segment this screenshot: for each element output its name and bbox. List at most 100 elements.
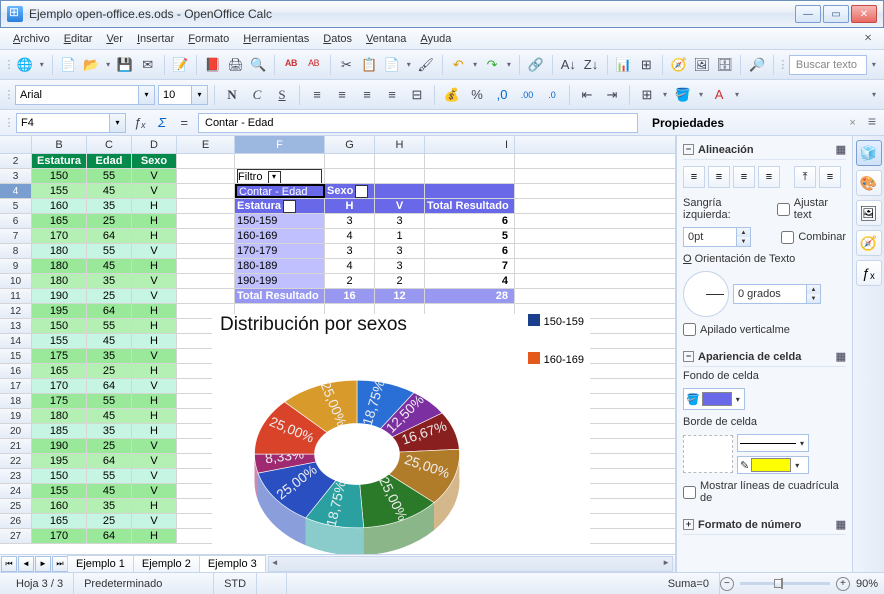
- new-icon[interactable]: 📄: [59, 54, 79, 76]
- row-header[interactable]: 17: [0, 379, 32, 393]
- cell[interactable]: V: [132, 469, 177, 483]
- underline-icon[interactable]: S: [271, 84, 293, 106]
- cell[interactable]: 185: [32, 424, 87, 438]
- show-grid-icon[interactable]: ⊞: [637, 54, 657, 76]
- chart-object[interactable]: Distribución por sexos 150-159 160-169 1…: [212, 314, 590, 552]
- row-header[interactable]: 6: [0, 214, 32, 228]
- cell[interactable]: Total Resultado: [235, 289, 325, 303]
- cell[interactable]: 35: [87, 274, 132, 288]
- sort-desc-icon[interactable]: Z↓: [581, 54, 601, 76]
- column-header[interactable]: E: [177, 136, 235, 153]
- datasources-icon[interactable]: 🗄: [715, 54, 735, 76]
- sheet-tab[interactable]: Ejemplo 3: [199, 555, 266, 572]
- row-header[interactable]: 21: [0, 439, 32, 453]
- cell[interactable]: 3: [325, 214, 375, 228]
- toolbar-grip[interactable]: ⋮: [6, 58, 12, 71]
- zoom-value[interactable]: 90%: [856, 578, 878, 590]
- cell[interactable]: 64: [87, 229, 132, 243]
- close-button[interactable]: ✕: [851, 5, 877, 23]
- decrease-indent-icon[interactable]: ⇤: [576, 84, 598, 106]
- cell[interactable]: 25: [87, 214, 132, 228]
- row-header[interactable]: 13: [0, 319, 32, 333]
- cell[interactable]: 190: [32, 439, 87, 453]
- cell[interactable]: 180: [32, 244, 87, 258]
- border-color-button[interactable]: ✎▾: [737, 456, 809, 474]
- row-header[interactable]: 27: [0, 529, 32, 543]
- column-header[interactable]: G: [325, 136, 375, 153]
- cell[interactable]: H: [132, 529, 177, 543]
- cell[interactable]: Sexo: [132, 154, 177, 168]
- cell[interactable]: 45: [87, 334, 132, 348]
- status-sum[interactable]: Suma=0: [287, 573, 720, 594]
- cell[interactable]: 55: [87, 469, 132, 483]
- cell[interactable]: 35: [87, 499, 132, 513]
- cell[interactable]: 64: [87, 529, 132, 543]
- align-left-icon[interactable]: ≡: [306, 84, 328, 106]
- spreadsheet-grid[interactable]: B C D E F G H I 2EstaturaEdadSexo315055V…: [0, 136, 676, 572]
- gridlines-checkbox[interactable]: Mostrar líneas de cuadrícula de: [683, 480, 846, 504]
- cell[interactable]: 195: [32, 454, 87, 468]
- row-header[interactable]: 26: [0, 514, 32, 528]
- toolbar-grip[interactable]: ⋮: [6, 88, 12, 101]
- row-header[interactable]: 12: [0, 304, 32, 318]
- row-header[interactable]: 9: [0, 259, 32, 273]
- cell[interactable]: V: [132, 484, 177, 498]
- cell[interactable]: 4: [325, 259, 375, 273]
- row-header[interactable]: 11: [0, 289, 32, 303]
- menu-formato[interactable]: Formato: [181, 31, 236, 47]
- cell[interactable]: 25: [87, 364, 132, 378]
- row-header[interactable]: 16: [0, 364, 32, 378]
- cell[interactable]: 2: [375, 274, 425, 288]
- cell[interactable]: 1: [375, 229, 425, 243]
- sheet-tab[interactable]: Ejemplo 1: [67, 555, 134, 572]
- cell[interactable]: H: [132, 364, 177, 378]
- cell[interactable]: [325, 169, 375, 183]
- cell[interactable]: V: [132, 454, 177, 468]
- cell[interactable]: 3: [375, 259, 425, 273]
- toolbar-grip[interactable]: ⋮: [780, 58, 786, 71]
- equals-icon[interactable]: =: [174, 113, 194, 133]
- italic-icon[interactable]: C: [246, 84, 268, 106]
- sidebar-menu-icon[interactable]: ≡: [868, 113, 876, 129]
- orientation-dial[interactable]: [683, 271, 729, 317]
- gear-icon[interactable]: ▦: [836, 518, 846, 531]
- cell-reference-input[interactable]: F4▾: [16, 113, 126, 133]
- gallery-icon[interactable]: 🖼: [692, 54, 712, 76]
- font-color-icon[interactable]: A: [708, 84, 730, 106]
- cell[interactable]: [425, 169, 515, 183]
- section-appearance[interactable]: −Apariencia de celda▦: [683, 347, 846, 367]
- cell[interactable]: V: [375, 199, 425, 213]
- column-header[interactable]: H: [375, 136, 425, 153]
- menu-ayuda[interactable]: Ayuda: [413, 31, 458, 47]
- cell[interactable]: H: [132, 499, 177, 513]
- align-middle-button[interactable]: ≡: [819, 166, 841, 188]
- cell[interactable]: 28: [425, 289, 515, 303]
- cell[interactable]: Estatura: [32, 154, 87, 168]
- border-preview[interactable]: [683, 435, 733, 473]
- cell[interactable]: 170: [32, 229, 87, 243]
- cell[interactable]: Estatura▾: [235, 199, 325, 213]
- cell[interactable]: 175: [32, 394, 87, 408]
- cell[interactable]: V: [132, 349, 177, 363]
- tab-prev-button[interactable]: ◄: [18, 556, 34, 572]
- cell[interactable]: 3: [325, 244, 375, 258]
- row-header[interactable]: 18: [0, 394, 32, 408]
- cell[interactable]: H: [132, 409, 177, 423]
- cell[interactable]: 64: [87, 304, 132, 318]
- format-brush-icon[interactable]: 🖌: [416, 54, 436, 76]
- cell[interactable]: 165: [32, 364, 87, 378]
- cell[interactable]: 155: [32, 184, 87, 198]
- fill-color-icon[interactable]: 🪣: [672, 84, 694, 106]
- cell[interactable]: 190-199: [235, 274, 325, 288]
- sidebar-tab-functions[interactable]: ƒₓ: [856, 260, 882, 286]
- align-justify-button[interactable]: ≡: [758, 166, 780, 188]
- sidebar-tab-properties[interactable]: 🧊: [856, 140, 882, 166]
- align-justify-icon[interactable]: ≡: [381, 84, 403, 106]
- cell[interactable]: 45: [87, 184, 132, 198]
- align-right-button[interactable]: ≡: [733, 166, 755, 188]
- font-name-select[interactable]: Arial▾: [15, 85, 155, 105]
- align-right-icon[interactable]: ≡: [356, 84, 378, 106]
- cell[interactable]: H: [132, 334, 177, 348]
- cell[interactable]: 4: [325, 229, 375, 243]
- status-style[interactable]: Predeterminado: [74, 573, 214, 594]
